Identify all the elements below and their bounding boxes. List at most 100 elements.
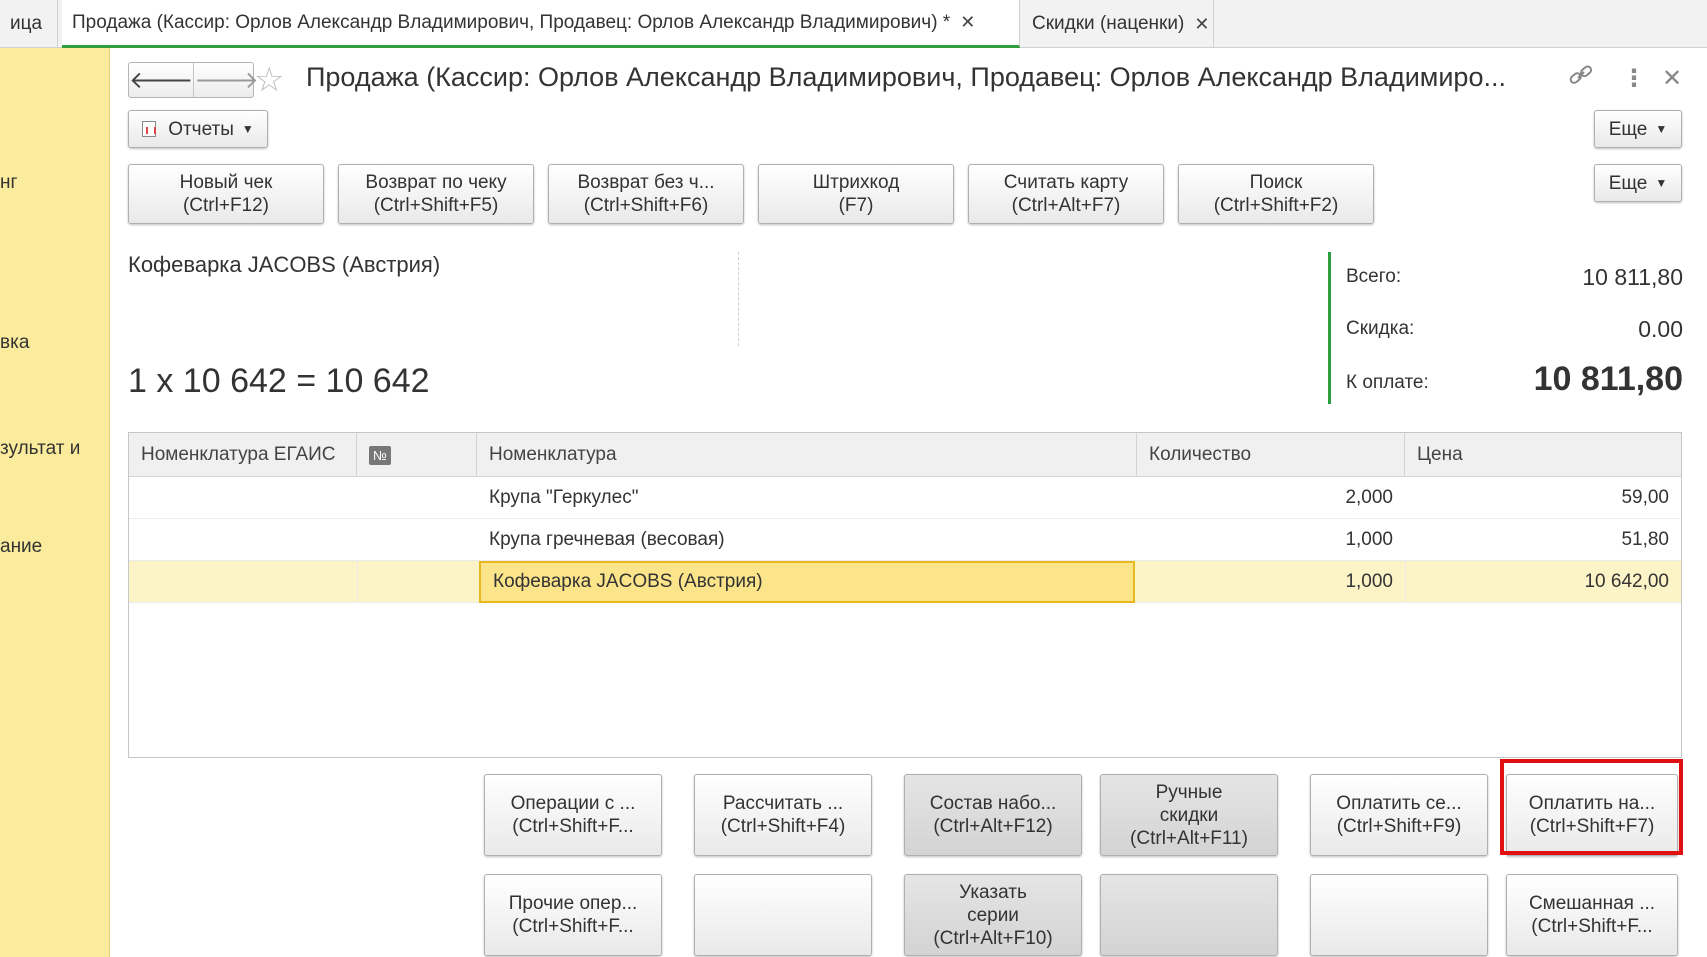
- button-label: Прочие опер...: [508, 893, 638, 914]
- cell-item-current[interactable]: Кофеварка JACOBS (Австрия): [479, 561, 1135, 603]
- column-header-quantity[interactable]: Количество: [1137, 433, 1405, 477]
- tab-label: Продажа (Кассир: Орлов Александр Владими…: [72, 11, 951, 33]
- cell-price[interactable]: 10 642,00: [1405, 561, 1681, 603]
- left-panel-item[interactable]: нг: [0, 172, 17, 194]
- barcode-button[interactable]: Штрихкод (F7): [758, 164, 954, 224]
- table-row[interactable]: Крупа "Геркулес" 2,000 59,00: [129, 477, 1681, 519]
- more-button-label: Еще: [1608, 118, 1648, 140]
- left-panel-item[interactable]: зультат и: [0, 438, 80, 460]
- button-label: серии: [967, 904, 1019, 926]
- report-icon: [142, 121, 157, 137]
- button-shortcut: (Ctrl+Shift+F4): [720, 816, 846, 837]
- table-header: Номенклатура ЕГАИС № Номенклатура Количе…: [129, 433, 1681, 477]
- current-product-calculation: 1 x 10 642 = 10 642: [128, 362, 430, 400]
- tab-discounts[interactable]: Скидки (наценки) ✕: [1022, 0, 1214, 48]
- cell-number[interactable]: [357, 477, 477, 519]
- tab-previous[interactable]: ица: [0, 0, 58, 48]
- cell-quantity[interactable]: 1,000: [1137, 519, 1405, 561]
- column-header-label: Цена: [1417, 444, 1463, 465]
- tab-label: ица: [10, 13, 43, 34]
- cell-item[interactable]: Крупа "Геркулес": [477, 477, 1137, 519]
- cell-quantity[interactable]: 2,000: [1137, 477, 1405, 519]
- more-button-2[interactable]: Еще ▼: [1594, 164, 1682, 202]
- nav-buttons: 🡐 🡒: [128, 62, 259, 98]
- button-shortcut: (Ctrl+Shift+F9): [1336, 816, 1462, 837]
- return-by-receipt-button[interactable]: Возврат по чеку (Ctrl+Shift+F5): [338, 164, 534, 224]
- chevron-down-icon: ▼: [241, 121, 254, 136]
- tab-label: Скидки (наценки): [1032, 13, 1185, 34]
- button-label: Возврат без ч...: [577, 172, 715, 193]
- button-shortcut: (Ctrl+Alt+F12): [933, 816, 1053, 837]
- total-value: 10 811,80: [1582, 264, 1683, 290]
- left-panel: нг вка зультат и ание: [0, 48, 110, 957]
- form-title: Продажа (Кассир: Орлов Александр Владими…: [306, 62, 1506, 92]
- cell-number[interactable]: [357, 519, 477, 561]
- reports-button[interactable]: Отчеты ▼: [128, 110, 268, 148]
- column-header-item[interactable]: Номенклатура: [477, 433, 1137, 477]
- calculate-button[interactable]: Рассчитать ... (Ctrl+Shift+F4): [694, 774, 872, 856]
- arrow-right-icon[interactable]: 🡒: [193, 63, 259, 97]
- empty-button[interactable]: [1100, 874, 1278, 956]
- highlight-box: [1500, 759, 1683, 855]
- button-label: Считать карту: [1003, 172, 1129, 193]
- new-receipt-button[interactable]: Новый чек (Ctrl+F12): [128, 164, 324, 224]
- close-icon[interactable]: ✕: [960, 12, 975, 33]
- pay-card-button[interactable]: Оплатить се... (Ctrl+Shift+F9): [1310, 774, 1488, 856]
- cell-quantity[interactable]: 1,000: [1137, 561, 1405, 603]
- discount-label: Скидка:: [1346, 318, 1415, 339]
- column-header-number[interactable]: №: [357, 433, 477, 477]
- button-label: Операции с ...: [510, 793, 636, 814]
- button-label: Смешанная ...: [1528, 893, 1656, 914]
- cell-egais[interactable]: [129, 477, 357, 519]
- cell-egais[interactable]: [129, 519, 357, 561]
- button-shortcut: (Ctrl+Alt+F11): [1130, 827, 1248, 849]
- kebab-menu-icon[interactable]: ⋮: [1622, 64, 1646, 93]
- operations-button[interactable]: Операции с ... (Ctrl+Shift+F...: [484, 774, 662, 856]
- divider: [738, 252, 739, 346]
- other-operations-button[interactable]: Прочие опер... (Ctrl+Shift+F...: [484, 874, 662, 956]
- cell-number[interactable]: [357, 561, 477, 603]
- cell-egais[interactable]: [129, 561, 357, 603]
- column-header-egais[interactable]: Номенклатура ЕГАИС: [129, 433, 357, 477]
- button-shortcut: (Ctrl+Shift+F6): [583, 195, 709, 216]
- cell-price[interactable]: 51,80: [1405, 519, 1681, 561]
- empty-button[interactable]: [694, 874, 872, 956]
- link-icon[interactable]: [1568, 64, 1594, 93]
- specify-series-button[interactable]: Указать серии (Ctrl+Alt+F10): [904, 874, 1082, 956]
- button-label: Рассчитать ...: [722, 793, 844, 814]
- pay-value: 10 811,80: [1533, 360, 1683, 398]
- button-shortcut: (Ctrl+Shift+F5): [373, 195, 499, 216]
- mixed-payment-button[interactable]: Смешанная ... (Ctrl+Shift+F...: [1506, 874, 1678, 956]
- kit-composition-button[interactable]: Состав набо... (Ctrl+Alt+F12): [904, 774, 1082, 856]
- left-panel-item[interactable]: ание: [0, 536, 42, 558]
- column-header-price[interactable]: Цена: [1405, 433, 1681, 477]
- button-shortcut: (Ctrl+Alt+F7): [1011, 195, 1121, 216]
- read-card-button[interactable]: Считать карту (Ctrl+Alt+F7): [968, 164, 1164, 224]
- button-label: Возврат по чеку: [365, 172, 507, 193]
- more-button[interactable]: Еще ▼: [1594, 110, 1682, 148]
- button-label: Оплатить се...: [1336, 793, 1462, 814]
- left-panel-item[interactable]: вка: [0, 332, 29, 354]
- cell-item[interactable]: Крупа гречневая (весовая): [477, 519, 1137, 561]
- table-row[interactable]: Крупа гречневая (весовая) 1,000 51,80: [129, 519, 1681, 561]
- manual-discounts-button[interactable]: Ручные скидки (Ctrl+Alt+F11): [1100, 774, 1278, 856]
- close-icon[interactable]: ✕: [1662, 64, 1682, 93]
- star-icon[interactable]: ☆: [254, 60, 284, 100]
- button-label: скидки: [1159, 804, 1219, 826]
- column-header-label: №: [369, 445, 391, 465]
- search-button[interactable]: Поиск (Ctrl+Shift+F2): [1178, 164, 1374, 224]
- button-label: Штрихкод: [812, 172, 900, 193]
- button-shortcut: (Ctrl+Alt+F10): [933, 927, 1053, 949]
- close-icon[interactable]: ✕: [1194, 14, 1209, 35]
- empty-button[interactable]: [1310, 874, 1488, 956]
- cell-price[interactable]: 59,00: [1405, 477, 1681, 519]
- button-label: Новый чек: [179, 172, 273, 193]
- tab-sale[interactable]: Продажа (Кассир: Орлов Александр Владими…: [62, 0, 1020, 48]
- button-shortcut: (Ctrl+Shift+F2): [1213, 195, 1339, 216]
- return-without-receipt-button[interactable]: Возврат без ч... (Ctrl+Shift+F6): [548, 164, 744, 224]
- arrow-left-icon[interactable]: 🡐: [129, 63, 193, 97]
- items-table[interactable]: Номенклатура ЕГАИС № Номенклатура Количе…: [128, 432, 1682, 758]
- table-row-selected[interactable]: Кофеварка JACOBS (Австрия) 1,000 10 642,…: [129, 561, 1681, 603]
- button-shortcut: (Ctrl+Shift+F...: [512, 816, 634, 837]
- more-button-label: Еще: [1608, 172, 1648, 194]
